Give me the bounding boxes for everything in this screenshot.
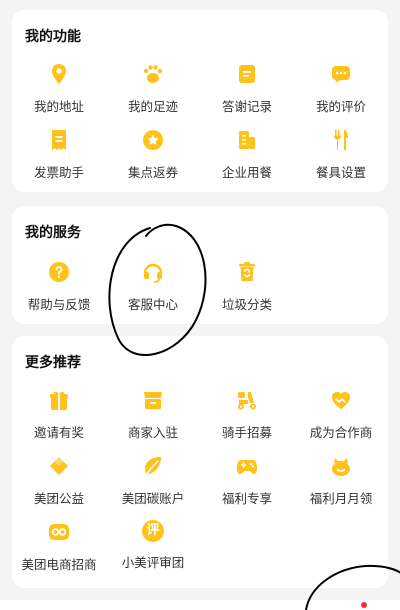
meituan-charity-label: 美团公益 bbox=[33, 491, 84, 506]
my-footprint-item[interactable]: 我的足迹 bbox=[106, 62, 200, 115]
comment-icon bbox=[332, 66, 350, 83]
review-panel-label: 小美评审团 bbox=[121, 555, 185, 570]
cutlery-icon bbox=[334, 130, 348, 150]
trash-bin-icon bbox=[239, 262, 255, 281]
garbage-sort-label: 垃圾分类 bbox=[221, 297, 272, 312]
infinity-icon bbox=[49, 524, 69, 540]
building-icon bbox=[239, 131, 255, 149]
services-card: 我的服务 帮助与反馈 客服中心 垃圾分类 bbox=[12, 206, 388, 324]
cutlery-settings-label: 餐具设置 bbox=[315, 165, 366, 180]
rider-recruit-label: 骑手招募 bbox=[221, 425, 272, 440]
help-feedback-item[interactable]: 帮助与反馈 bbox=[12, 260, 106, 313]
thanks-record-label: 答谢记录 bbox=[221, 99, 272, 114]
garbage-sort-item[interactable]: 垃圾分类 bbox=[200, 260, 294, 313]
services-title: 我的服务 bbox=[25, 225, 81, 241]
carbon-account-label: 美团碳账户 bbox=[121, 491, 185, 506]
leaf-icon bbox=[145, 457, 161, 475]
functions-card: 我的功能 我的地址 我的足迹 答谢记录 我的评价 发票助手 集点返券 企业用餐 … bbox=[12, 10, 388, 192]
enterprise-dining-label: 企业用餐 bbox=[221, 165, 272, 180]
invoice-helper-label: 发票助手 bbox=[33, 165, 84, 180]
help-question-icon bbox=[49, 262, 69, 282]
star-coupon-icon bbox=[143, 130, 163, 150]
face-gift-icon bbox=[332, 458, 350, 476]
welfare-exclusive-item[interactable]: 福利专享 bbox=[200, 454, 294, 507]
document-icon bbox=[239, 65, 255, 83]
welfare-monthly-item[interactable]: 福利月月领 bbox=[294, 454, 388, 507]
my-review-item[interactable]: 我的评价 bbox=[294, 62, 388, 115]
footprint-icon bbox=[143, 65, 163, 83]
gift-icon bbox=[50, 391, 68, 410]
enterprise-dining-item[interactable]: 企业用餐 bbox=[200, 128, 294, 181]
functions-title: 我的功能 bbox=[25, 29, 81, 45]
points-coupon-item[interactable]: 集点返券 bbox=[106, 128, 200, 181]
charity-heart-icon bbox=[50, 457, 68, 475]
scooter-icon bbox=[238, 392, 256, 410]
become-partner-item[interactable]: 成为合作商 bbox=[294, 388, 388, 441]
merchant-join-item[interactable]: 商家入驻 bbox=[106, 388, 200, 441]
invite-reward-label: 邀请有奖 bbox=[33, 425, 84, 440]
location-pin-icon bbox=[52, 64, 66, 84]
my-address-item[interactable]: 我的地址 bbox=[12, 62, 106, 115]
carbon-account-item[interactable]: 美团碳账户 bbox=[106, 454, 200, 507]
welfare-exclusive-label: 福利专享 bbox=[221, 491, 272, 506]
my-address-label: 我的地址 bbox=[33, 99, 84, 114]
customer-service-item[interactable]: 客服中心 bbox=[106, 260, 200, 313]
help-feedback-label: 帮助与反馈 bbox=[27, 297, 91, 312]
ecommerce-recruit-label: 美团电商招商 bbox=[21, 557, 97, 572]
thanks-record-item[interactable]: 答谢记录 bbox=[200, 62, 294, 115]
invite-reward-item[interactable]: 邀请有奖 bbox=[12, 388, 106, 441]
invoice-helper-item[interactable]: 发票助手 bbox=[12, 128, 106, 181]
meituan-charity-item[interactable]: 美团公益 bbox=[12, 454, 106, 507]
invoice-icon bbox=[52, 130, 66, 150]
shop-icon bbox=[144, 392, 162, 409]
become-partner-label: 成为合作商 bbox=[309, 425, 373, 440]
bottom-bar bbox=[0, 600, 400, 610]
review-badge-icon: 评 bbox=[142, 520, 164, 542]
merchant-join-label: 商家入驻 bbox=[127, 425, 178, 440]
cutlery-settings-item[interactable]: 餐具设置 bbox=[294, 128, 388, 181]
recommend-card: 更多推荐 邀请有奖 商家入驻 骑手招募 成为合作商 美团公益 美团碳账户 福利专… bbox=[12, 336, 388, 588]
review-panel-item[interactable]: 评 小美评审团 bbox=[106, 520, 200, 571]
rider-recruit-item[interactable]: 骑手招募 bbox=[200, 388, 294, 441]
headset-icon bbox=[143, 263, 163, 283]
ecommerce-recruit-item[interactable]: 美团电商招商 bbox=[12, 520, 106, 573]
customer-service-label: 客服中心 bbox=[127, 297, 178, 312]
my-footprint-label: 我的足迹 bbox=[127, 99, 178, 114]
handshake-heart-icon bbox=[332, 392, 350, 409]
points-coupon-label: 集点返券 bbox=[127, 165, 178, 180]
gamepad-icon bbox=[237, 460, 257, 474]
my-review-label: 我的评价 bbox=[315, 99, 366, 114]
recommend-title: 更多推荐 bbox=[25, 355, 81, 371]
welfare-monthly-label: 福利月月领 bbox=[309, 491, 373, 506]
